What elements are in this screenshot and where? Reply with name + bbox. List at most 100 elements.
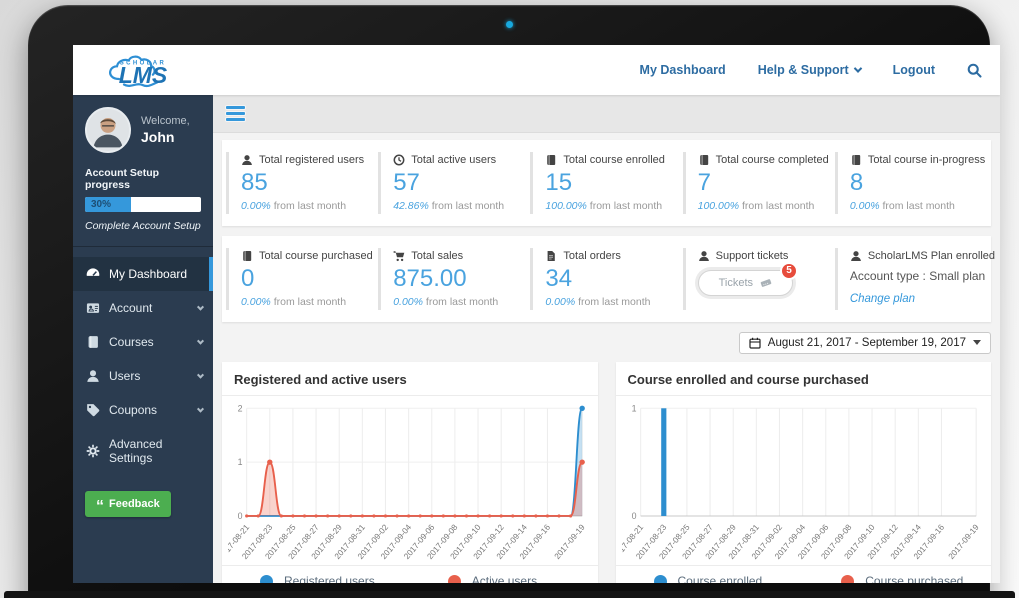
user-icon [241, 154, 253, 166]
nav-help-support[interactable]: Help & Support [758, 63, 861, 77]
stat-value: 57 [393, 169, 522, 198]
account-setup-block: Account Setup progress 30% Complete Acco… [73, 163, 213, 247]
chart-title: Course enrolled and course purchased [616, 362, 992, 396]
stat-total-sales: Total sales 875.00 0.00% from last month [378, 248, 530, 310]
tickets-count-badge: 5 [780, 262, 798, 280]
setup-progress-bar: 30% [85, 197, 201, 212]
date-row: August 21, 2017 - September 19, 2017 [222, 332, 991, 354]
stat-total-active-users: Total active users 57 42.86% from last m… [378, 152, 530, 214]
charts-row: Registered and active users 2017-08-2120… [222, 362, 991, 583]
sidebar-menu: My Dashboard Account Courses [73, 257, 213, 475]
id-card-icon [86, 301, 100, 315]
account-type-line: Account type : Small plan [850, 269, 979, 283]
chart-card-users: Registered and active users 2017-08-2120… [222, 362, 598, 583]
sidebar-item-my-dashboard[interactable]: My Dashboard [73, 257, 213, 291]
device-base [4, 591, 1015, 598]
tickets-button[interactable]: Tickets 5 [698, 270, 793, 296]
stat-value: 0 [241, 265, 370, 294]
nav-logout[interactable]: Logout [893, 63, 935, 77]
welcome-text: Welcome, [141, 115, 190, 127]
stat-value: 7 [698, 169, 827, 198]
stat-total-orders: Total orders 34 0.00% from last month [530, 248, 682, 310]
svg-text:2017-09-19: 2017-09-19 [553, 522, 587, 560]
legend-dot [654, 575, 667, 583]
avatar[interactable] [85, 107, 131, 153]
user-icon [850, 250, 862, 262]
user-icon [698, 250, 710, 262]
course-enrolled-purchased-chart[interactable]: 2017-08-212017-08-232017-08-252017-08-27… [616, 396, 992, 566]
book-icon [86, 335, 100, 349]
change-plan-link[interactable]: Change plan [850, 293, 915, 305]
ticket-icon [760, 277, 772, 289]
cart-icon [393, 250, 405, 262]
stat-total-course-purchased: Total course purchased 0 0.00% from last… [226, 248, 378, 310]
caret-down-icon [973, 340, 981, 345]
sidebar-item-courses[interactable]: Courses [73, 325, 213, 359]
nav-my-dashboard[interactable]: My Dashboard [640, 63, 726, 77]
legend-dot [448, 575, 461, 583]
date-range-text: August 21, 2017 - September 19, 2017 [768, 337, 966, 349]
sidebar-item-advanced-settings[interactable]: Advanced Settings [73, 427, 213, 475]
stat-value: 15 [545, 169, 674, 198]
sidebar-item-users[interactable]: Users [73, 359, 213, 393]
book-icon [850, 154, 862, 166]
tag-icon [86, 403, 100, 417]
profile-text: Welcome, John [141, 115, 190, 145]
stat-total-course-in-progress: Total course in-progress 8 0.00% from la… [835, 152, 987, 214]
toolbar-strip [213, 95, 1000, 133]
chart-card-courses: Course enrolled and course purchased 201… [616, 362, 992, 583]
setup-progress-label: Account Setup progress [85, 167, 201, 191]
legend-dot [841, 575, 854, 583]
stat-value: 34 [545, 265, 674, 294]
menu-toggle-icon[interactable] [226, 103, 245, 124]
chevron-down-icon [197, 337, 204, 344]
sidebar-item-coupons[interactable]: Coupons [73, 393, 213, 427]
stat-total-course-completed: Total course completed 7 100.00% from la… [683, 152, 835, 214]
legend-active-users[interactable]: Active users [410, 574, 598, 583]
stat-value: 875.00 [393, 265, 522, 294]
file-icon [545, 250, 557, 262]
page-background: SCHOLAR LMS My Dashboard Help & Support … [0, 0, 1019, 598]
svg-text:2017-09-19: 2017-09-19 [946, 522, 980, 560]
svg-text:0: 0 [631, 511, 636, 521]
app-logo[interactable]: SCHOLAR LMS [93, 48, 211, 92]
gear-icon [86, 444, 100, 458]
chart-legend: Course enrolled Course purchased [616, 565, 992, 583]
legend-course-enrolled[interactable]: Course enrolled [616, 574, 804, 583]
stat-total-course-enrolled: Total course enrolled 15 100.00% from la… [530, 152, 682, 214]
user-icon [86, 369, 100, 383]
setup-progress-fill: 30% [85, 197, 131, 212]
stats-row-2: Total course purchased 0 0.00% from last… [222, 236, 991, 322]
stats-row-1: Total registered users 85 0.00% from las… [222, 140, 991, 226]
complete-setup-link[interactable]: Complete Account Setup [85, 220, 201, 232]
stat-value: 8 [850, 169, 979, 198]
feedback-button[interactable]: “ Feedback [85, 491, 171, 517]
camera-icon [506, 21, 513, 28]
stat-total-registered-users: Total registered users 85 0.00% from las… [226, 152, 378, 214]
chevron-down-icon [197, 371, 204, 378]
legend-course-purchased[interactable]: Course purchased [803, 574, 991, 583]
svg-text:1: 1 [238, 457, 243, 467]
main-content: Total registered users 85 0.00% from las… [213, 95, 1000, 583]
svg-text:1: 1 [631, 403, 636, 413]
svg-text:0: 0 [238, 511, 243, 521]
book-icon [241, 250, 253, 262]
sidebar-item-account[interactable]: Account [73, 291, 213, 325]
chart-legend: Registered users Active users [222, 565, 598, 583]
top-navigation: My Dashboard Help & Support Logout [640, 63, 982, 78]
search-icon[interactable] [967, 63, 982, 78]
registered-active-users-chart[interactable]: 2017-08-212017-08-232017-08-252017-08-27… [222, 396, 598, 566]
legend-registered-users[interactable]: Registered users [222, 574, 410, 583]
sidebar: Welcome, John Account Setup progress 30%… [73, 95, 213, 583]
user-profile: Welcome, John [73, 95, 213, 163]
tablet-frame: SCHOLAR LMS My Dashboard Help & Support … [28, 5, 990, 598]
calendar-icon [749, 337, 761, 349]
book-icon [545, 154, 557, 166]
date-range-picker[interactable]: August 21, 2017 - September 19, 2017 [739, 332, 991, 354]
chart-title: Registered and active users [222, 362, 598, 396]
app-screen: SCHOLAR LMS My Dashboard Help & Support … [73, 45, 1000, 583]
book-icon [698, 154, 710, 166]
chevron-down-icon [197, 303, 204, 310]
stat-plan-enrolled: ScholarLMS Plan enrolled Account type : … [835, 248, 987, 310]
stat-value: 85 [241, 169, 370, 198]
